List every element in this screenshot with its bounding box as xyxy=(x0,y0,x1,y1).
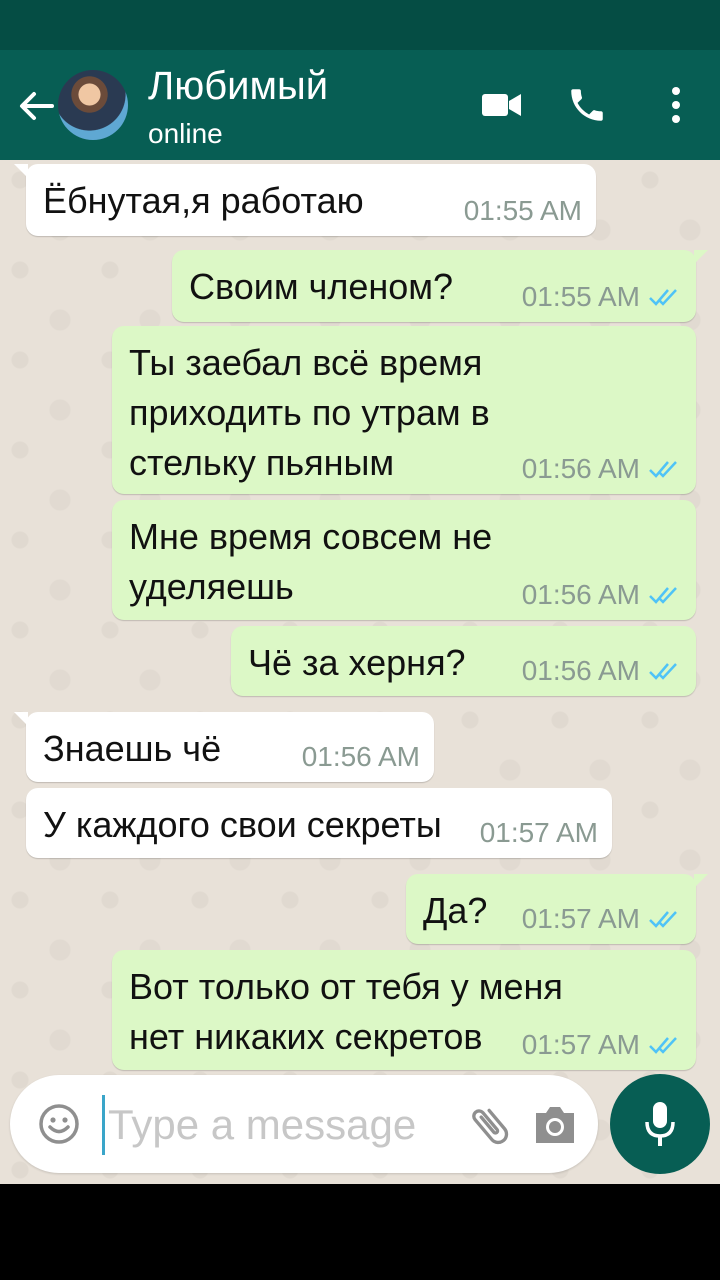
camera-icon[interactable] xyxy=(532,1103,578,1147)
message-input[interactable]: Type a message xyxy=(108,1101,416,1149)
chat-header: Любимый online xyxy=(0,50,720,160)
read-ticks-icon xyxy=(649,289,677,306)
microphone-icon xyxy=(645,1102,675,1146)
status-bar xyxy=(0,0,720,50)
message-input-bar[interactable]: Type a message xyxy=(10,1075,598,1173)
voice-message-button[interactable] xyxy=(610,1074,710,1174)
message-time: 01:56 AM xyxy=(521,655,640,686)
message-meta: 01:56 AM xyxy=(522,580,682,610)
read-ticks-icon xyxy=(649,461,677,478)
message-time: 01:57 AM xyxy=(521,903,640,934)
chat-area[interactable]: Ёбнутая,я работаю 01:55 AM Своим членом?… xyxy=(0,160,720,1184)
message-meta: 01:57 AM xyxy=(522,1030,682,1060)
message-incoming[interactable]: Ёбнутая,я работаю 01:55 AM xyxy=(14,164,596,236)
message-meta: 01:57 AM xyxy=(522,904,682,934)
message-time: 01:56 AM xyxy=(301,741,420,772)
read-ticks-icon xyxy=(649,663,677,680)
message-meta: 01:56 AM xyxy=(522,454,682,484)
contact-status: online xyxy=(148,118,223,149)
message-outgoing[interactable]: Ты заебал всё время приходить по утрам в… xyxy=(112,326,696,494)
message-meta: 01:56 AM xyxy=(302,742,420,772)
avatar[interactable] xyxy=(58,70,128,140)
message-time: 01:57 AM xyxy=(479,817,598,848)
message-time: 01:55 AM xyxy=(463,195,582,226)
message-time: 01:57 AM xyxy=(521,1029,640,1060)
message-incoming[interactable]: У каждого свои секреты 01:57 AM xyxy=(26,788,612,858)
attach-icon[interactable] xyxy=(465,1101,515,1151)
navigation-bar xyxy=(0,1184,720,1280)
message-outgoing[interactable]: Своим членом? 01:55 AM xyxy=(172,250,708,322)
video-call-icon[interactable] xyxy=(482,92,522,118)
read-ticks-icon xyxy=(649,587,677,604)
contact-name[interactable]: Любимый xyxy=(148,64,328,109)
message-meta: 01:57 AM xyxy=(480,818,598,848)
more-options-icon[interactable] xyxy=(668,86,684,126)
text-cursor xyxy=(102,1095,105,1155)
message-time: 01:55 AM xyxy=(521,281,640,312)
emoji-icon[interactable] xyxy=(38,1103,80,1145)
message-meta: 01:56 AM xyxy=(522,656,682,686)
message-time: 01:56 AM xyxy=(521,453,640,484)
phone-call-icon[interactable] xyxy=(566,84,608,126)
read-ticks-icon xyxy=(649,1037,677,1054)
message-outgoing[interactable]: Мне время совсем не уделяешь 01:56 AM xyxy=(112,500,696,620)
back-arrow-icon[interactable] xyxy=(16,86,56,126)
message-time: 01:56 AM xyxy=(521,579,640,610)
message-incoming[interactable]: Знаешь чё 01:56 AM xyxy=(14,712,434,782)
read-ticks-icon xyxy=(649,911,677,928)
message-outgoing[interactable]: Да? 01:57 AM xyxy=(406,874,708,944)
message-outgoing[interactable]: Чё за херня? 01:56 AM xyxy=(231,626,696,696)
message-meta: 01:55 AM xyxy=(522,282,682,312)
message-meta: 01:55 AM xyxy=(464,196,582,226)
message-outgoing[interactable]: Вот только от тебя у меня нет никаких се… xyxy=(112,950,696,1070)
